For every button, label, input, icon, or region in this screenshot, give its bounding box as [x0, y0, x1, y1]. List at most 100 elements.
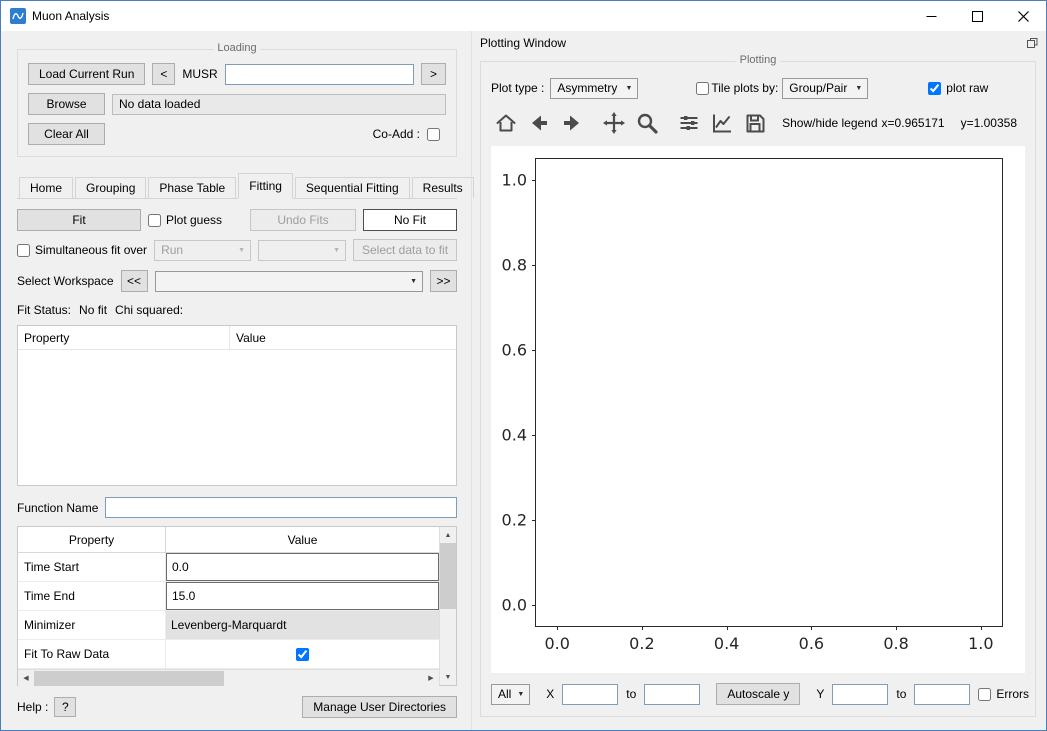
- value-column-header: Value: [230, 331, 266, 345]
- workspace-select[interactable]: ▼: [155, 271, 424, 292]
- y-min-input[interactable]: [832, 684, 888, 705]
- scroll-right-button[interactable]: ▶: [423, 670, 439, 686]
- close-button[interactable]: [1000, 1, 1046, 31]
- y-to-label: to: [896, 687, 906, 701]
- tile-plots-checkbox[interactable]: [696, 82, 709, 95]
- forward-button[interactable]: [558, 108, 587, 138]
- cursor-x-readout: x=0.965171: [882, 116, 945, 130]
- x-min-input[interactable]: [562, 684, 618, 705]
- clear-all-button[interactable]: Clear All: [28, 123, 105, 145]
- tile-by-select[interactable]: Group/Pair ▼: [782, 78, 868, 99]
- fit-property-table: Property Value: [17, 325, 457, 486]
- load-current-run-button[interactable]: Load Current Run: [28, 63, 145, 85]
- value-input[interactable]: 15.0: [166, 582, 439, 610]
- y-max-input[interactable]: [914, 684, 970, 705]
- simultaneous-scope-select[interactable]: Run ▼: [154, 240, 251, 261]
- title-bar[interactable]: Muon Analysis: [1, 1, 1046, 31]
- tile-plots-label: Tile plots by:: [711, 81, 778, 95]
- vertical-scrollbar[interactable]: ▲ ▼: [439, 527, 456, 685]
- simultaneous-runs-select[interactable]: ▼: [258, 240, 346, 261]
- plot-raw-checkbox[interactable]: [928, 82, 941, 95]
- plot-guess-wrap: Plot guess: [148, 213, 222, 227]
- minimize-button[interactable]: [908, 1, 954, 31]
- vscrollbar-thumb[interactable]: [440, 543, 456, 609]
- configure-subplots-button[interactable]: [674, 108, 703, 138]
- maximize-button[interactable]: [954, 1, 1000, 31]
- tab-phase-table[interactable]: Phase Table: [148, 177, 236, 198]
- save-button[interactable]: [741, 108, 770, 138]
- x-max-input[interactable]: [644, 684, 700, 705]
- previous-run-button[interactable]: <: [152, 63, 175, 85]
- cursor-y-readout: y=1.00358: [961, 116, 1017, 130]
- select-workspace-label: Select Workspace: [17, 274, 114, 288]
- legend-toggle-button[interactable]: Show/hide legend: [782, 116, 877, 130]
- window-title: Muon Analysis: [32, 9, 109, 23]
- help-button[interactable]: ?: [54, 697, 76, 717]
- simultaneous-fit-checkbox[interactable]: [17, 244, 30, 257]
- zoom-button[interactable]: [633, 108, 662, 138]
- value-input[interactable]: 0.0: [166, 553, 439, 581]
- next-run-button[interactable]: >: [421, 63, 446, 85]
- close-icon: [1018, 11, 1029, 22]
- chi-squared-label: Chi squared:: [115, 303, 183, 317]
- plot-axes[interactable]: 0.00.20.40.60.81.00.00.20.40.60.81.0: [535, 158, 1003, 627]
- tab-home[interactable]: Home: [19, 177, 73, 198]
- co-add-checkbox[interactable]: [427, 128, 440, 141]
- minimize-icon: [926, 11, 937, 22]
- plot-guess-label: Plot guess: [166, 213, 222, 227]
- browse-button[interactable]: Browse: [28, 93, 105, 115]
- plot-guess-checkbox[interactable]: [148, 214, 161, 227]
- save-icon: [743, 111, 767, 135]
- errors-checkbox[interactable]: [978, 688, 991, 701]
- chevron-down-icon: ▼: [333, 247, 340, 254]
- fitting-tab-panel: Fit Plot guess Undo Fits No Fit Simultan…: [11, 199, 461, 686]
- float-dock-icon[interactable]: [1026, 37, 1038, 49]
- x-tick-mark: [896, 626, 897, 630]
- errors-wrap: Errors: [978, 687, 1029, 701]
- tab-grouping[interactable]: Grouping: [75, 177, 146, 198]
- scroll-down-button[interactable]: ▼: [440, 669, 456, 685]
- select-data-to-fit-button[interactable]: Select data to fit: [353, 239, 457, 261]
- run-number-input[interactable]: [225, 64, 414, 85]
- function-name-row: Function Name: [17, 497, 457, 518]
- manage-user-directories-button[interactable]: Manage User Directories: [302, 696, 457, 718]
- scroll-left-button[interactable]: ◀: [18, 670, 34, 686]
- pan-button[interactable]: [599, 108, 628, 138]
- plot-figure[interactable]: 0.00.20.40.60.81.00.00.20.40.60.81.0: [491, 146, 1025, 673]
- fit-button[interactable]: Fit: [17, 209, 141, 231]
- autoscale-y-button[interactable]: Autoscale y: [716, 683, 800, 705]
- workspace-prev-button[interactable]: <<: [121, 270, 148, 292]
- range-scope-select[interactable]: All ▼: [491, 684, 530, 705]
- tab-bar: HomeGroupingPhase TableFittingSequential…: [17, 173, 457, 199]
- function-name-input[interactable]: [105, 497, 457, 518]
- x-tick-mark: [642, 626, 643, 630]
- errors-label: Errors: [996, 687, 1029, 701]
- maximize-icon: [972, 11, 983, 22]
- back-button[interactable]: [524, 108, 553, 138]
- tab-fitting[interactable]: Fitting: [238, 173, 293, 199]
- y-tick-mark: [532, 265, 536, 266]
- settings-value-header: Value: [166, 533, 439, 547]
- scroll-up-button[interactable]: ▲: [440, 527, 456, 543]
- hscrollbar-thumb[interactable]: [34, 671, 224, 686]
- vscroll-track[interactable]: [440, 609, 456, 669]
- undo-fits-button[interactable]: Undo Fits: [250, 209, 356, 231]
- y-tick-mark: [532, 435, 536, 436]
- workspace-next-button[interactable]: >>: [430, 270, 457, 292]
- left-footer: Help : ? Manage User Directories: [11, 686, 461, 720]
- simultaneous-fit-row: Simultaneous fit over Run ▼ ▼ Select dat…: [17, 239, 457, 261]
- y-tick-label: 0.4: [502, 425, 527, 444]
- simultaneous-scope-value: Run: [161, 243, 232, 257]
- value-checkbox[interactable]: [296, 648, 309, 661]
- horizontal-scrollbar[interactable]: ◀ ▶: [18, 669, 439, 686]
- plot-type-select[interactable]: Asymmetry ▼: [550, 78, 638, 99]
- home-button[interactable]: [491, 108, 520, 138]
- tab-results[interactable]: Results: [412, 177, 474, 198]
- edit-plot-button[interactable]: [707, 108, 736, 138]
- plot-toolbar: Show/hide legend x=0.965171 y=1.00358: [491, 108, 1025, 138]
- plotting-dock-titlebar[interactable]: Plotting Window: [472, 31, 1046, 53]
- tab-sequential-fitting[interactable]: Sequential Fitting: [295, 177, 410, 198]
- chevron-down-icon: ▼: [625, 85, 632, 92]
- no-fit-button[interactable]: No Fit: [363, 209, 457, 231]
- value-select[interactable]: Levenberg-Marquardt: [166, 611, 439, 639]
